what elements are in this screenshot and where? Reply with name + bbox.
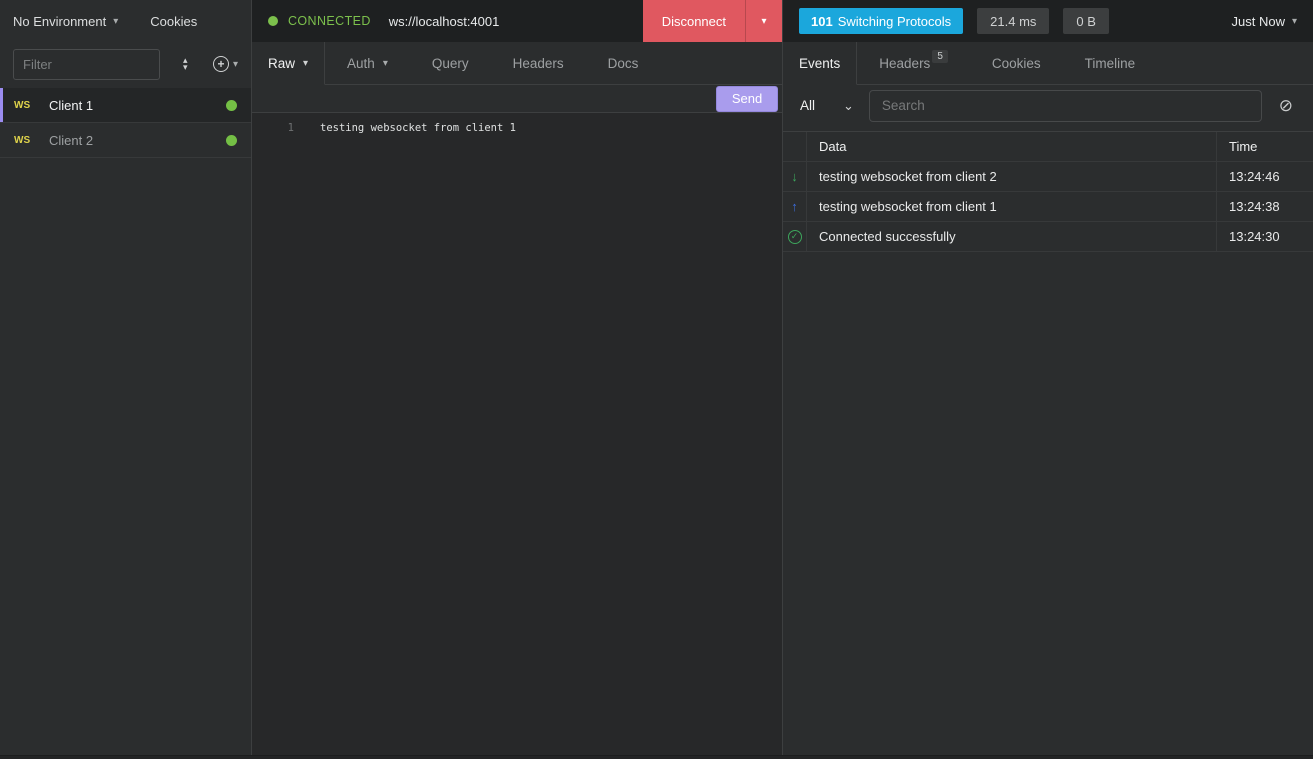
- sidebar-item-client-2[interactable]: WS Client 2: [0, 123, 251, 158]
- disconnect-label: Disconnect: [643, 0, 745, 42]
- ws-protocol-badge: WS: [14, 100, 36, 111]
- table-header-row: Data Time: [783, 132, 1313, 162]
- tab-label: Query: [432, 56, 469, 71]
- ws-protocol-badge: WS: [14, 135, 36, 146]
- headers-count-badge: 5: [932, 50, 948, 63]
- request-panel: CONNECTED ws://localhost:4001 Disconnect…: [252, 0, 783, 755]
- plus-circle-icon: +: [213, 56, 229, 72]
- add-request-button[interactable]: + ▾: [213, 56, 238, 72]
- chevron-down-icon: ▾: [383, 58, 388, 69]
- message-editor[interactable]: 1 testing websocket from client 1: [252, 113, 782, 755]
- environment-selector[interactable]: No Environment ▾: [13, 14, 118, 29]
- disconnect-button[interactable]: Disconnect ▾: [643, 0, 782, 42]
- line-number: 1: [252, 121, 294, 136]
- time-column-header: Time: [1217, 132, 1313, 161]
- connected-dot-icon: [268, 16, 278, 26]
- app-window: No Environment ▾ Cookies ▴ ▾ + ▾ WS Clie…: [0, 0, 1313, 755]
- event-time: 13:24:38: [1217, 192, 1313, 221]
- tab-label: Headers: [879, 56, 930, 71]
- tab-label: Timeline: [1085, 56, 1136, 71]
- event-type-select[interactable]: All ⌄: [800, 98, 854, 114]
- chevron-down-icon: ▾: [761, 16, 766, 27]
- response-topbar: 101 Switching Protocols 21.4 ms 0 B Just…: [783, 0, 1313, 42]
- client-name: Client 2: [49, 133, 93, 148]
- sort-icon[interactable]: ▴ ▾: [183, 57, 188, 71]
- search-input[interactable]: [869, 90, 1262, 122]
- sidebar-filter-row: ▴ ▾ + ▾: [0, 42, 251, 86]
- connected-dot-icon: [226, 135, 237, 146]
- response-tabs: Events Headers 5 Cookies Timeline: [783, 42, 1313, 85]
- chevron-down-icon: ▾: [1292, 16, 1297, 27]
- event-time: 13:24:46: [1217, 162, 1313, 191]
- arrow-up-icon: ↑: [791, 199, 798, 214]
- tab-label: Cookies: [992, 56, 1041, 71]
- event-type-value: All: [800, 98, 815, 113]
- event-data: Connected successfully: [807, 222, 1217, 251]
- chevron-down-icon: ▾: [303, 58, 308, 69]
- sidebar: No Environment ▾ Cookies ▴ ▾ + ▾ WS Clie…: [0, 0, 252, 755]
- event-data: testing websocket from client 2: [807, 162, 1217, 191]
- event-time: 13:24:30: [1217, 222, 1313, 251]
- updated-dropdown[interactable]: Just Now ▾: [1232, 14, 1298, 29]
- tab-cookies[interactable]: Cookies: [970, 42, 1063, 85]
- updated-label: Just Now: [1232, 14, 1285, 29]
- send-button[interactable]: Send: [716, 86, 778, 112]
- tab-resp-headers[interactable]: Headers 5: [857, 42, 970, 85]
- table-row[interactable]: ↑ testing websocket from client 1 13:24:…: [783, 192, 1313, 222]
- tab-timeline[interactable]: Timeline: [1063, 42, 1158, 85]
- chevron-down-icon: ▾: [113, 16, 118, 27]
- response-time-badge: 21.4 ms: [977, 8, 1049, 34]
- event-data: testing websocket from client 1: [807, 192, 1217, 221]
- filter-input[interactable]: [13, 49, 160, 80]
- tab-docs[interactable]: Docs: [586, 42, 661, 85]
- sort-down-glyph: ▾: [183, 64, 188, 71]
- arrow-down-icon: ↓: [791, 169, 798, 184]
- tab-label: Docs: [608, 56, 639, 71]
- response-size-badge: 0 B: [1063, 8, 1109, 34]
- tab-query[interactable]: Query: [410, 42, 491, 85]
- editor-line: 1 testing websocket from client 1: [252, 121, 782, 136]
- tab-label: Auth: [347, 56, 375, 71]
- client-list: WS Client 1 WS Client 2: [0, 88, 251, 158]
- tab-label: Headers: [513, 56, 564, 71]
- sidebar-topbar: No Environment ▾ Cookies: [0, 0, 251, 42]
- status-badge: 101 Switching Protocols: [799, 8, 963, 34]
- tab-events[interactable]: Events: [783, 42, 857, 85]
- sidebar-item-client-1[interactable]: WS Client 1: [0, 88, 251, 123]
- editor-content: testing websocket from client 1: [320, 121, 516, 136]
- tab-label: Events: [799, 56, 840, 71]
- cookies-button[interactable]: Cookies: [150, 14, 197, 29]
- request-tabs: Raw ▾ Auth ▾ Query Headers Docs: [252, 42, 782, 85]
- data-column-header: Data: [807, 132, 1217, 161]
- connection-status: CONNECTED: [288, 14, 371, 28]
- events-table: Data Time ↓ testing websocket from clien…: [783, 131, 1313, 252]
- websocket-url: ws://localhost:4001: [389, 14, 500, 29]
- connection-bar: CONNECTED ws://localhost:4001 Disconnect…: [252, 0, 782, 42]
- bottom-statusbar: [0, 755, 1313, 759]
- status-code: 101: [811, 14, 833, 29]
- disconnect-dropdown-button[interactable]: ▾: [745, 0, 782, 42]
- status-text: Switching Protocols: [838, 14, 951, 29]
- tab-headers[interactable]: Headers: [491, 42, 586, 85]
- connected-dot-icon: [226, 100, 237, 111]
- chevron-down-icon: ⌄: [843, 98, 854, 114]
- tab-label: Raw: [268, 56, 295, 71]
- table-row[interactable]: ✓ Connected successfully 13:24:30: [783, 222, 1313, 252]
- table-row[interactable]: ↓ testing websocket from client 2 13:24:…: [783, 162, 1313, 192]
- events-filter-row: All ⌄ ⊘: [783, 85, 1313, 126]
- icon-column-header: [783, 132, 807, 161]
- tab-raw[interactable]: Raw ▾: [252, 42, 325, 85]
- client-name: Client 1: [49, 98, 93, 113]
- environment-label: No Environment: [13, 14, 106, 29]
- response-panel: 101 Switching Protocols 21.4 ms 0 B Just…: [783, 0, 1313, 755]
- chevron-down-icon: ▾: [233, 59, 238, 70]
- send-row: Send: [252, 85, 782, 113]
- check-circle-icon: ✓: [788, 230, 802, 244]
- tab-auth[interactable]: Auth ▾: [325, 42, 410, 85]
- clear-events-icon[interactable]: ⊘: [1279, 96, 1293, 116]
